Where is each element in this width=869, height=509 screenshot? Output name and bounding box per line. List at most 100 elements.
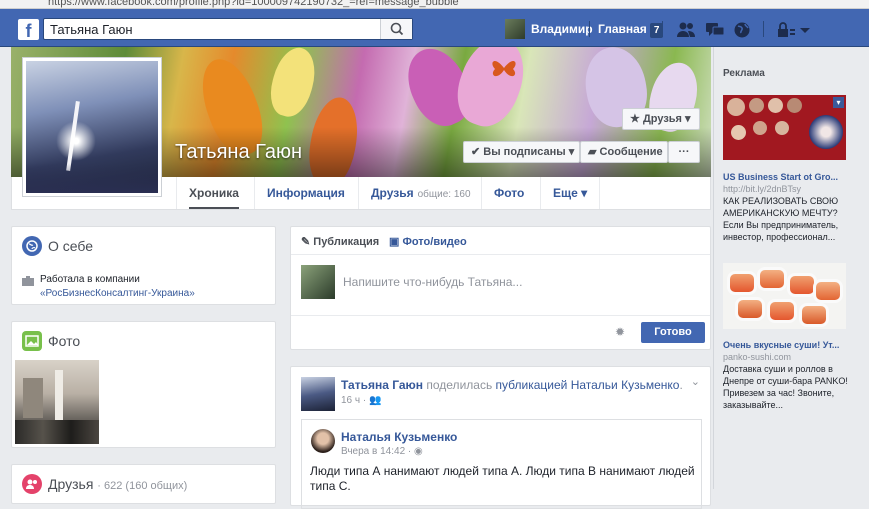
ad-sushi-url[interactable]: panko-sushi.com [723, 351, 853, 363]
avatar[interactable] [301, 377, 335, 411]
tab-friends-label: Друзья [371, 186, 414, 200]
friends-card-title[interactable]: Друзья [48, 476, 93, 492]
avatar[interactable] [311, 429, 335, 453]
cover-flower [264, 47, 322, 121]
ads-header: Реклама [723, 68, 765, 79]
ad-face [753, 121, 767, 135]
ad-business-title[interactable]: US Business Start ot Gro... [723, 171, 853, 183]
friends-card-count: · 622 (160 общих) [97, 480, 188, 492]
post-object-link[interactable]: публикацией Натальи Кузьменко [496, 378, 680, 392]
profile-glow [56, 121, 96, 161]
composer-tab-post[interactable]: ✎ Публикация [301, 235, 379, 248]
photo-building-door [23, 378, 43, 418]
camera-icon: ▣ [389, 236, 400, 248]
more-button[interactable]: ··· [668, 141, 700, 163]
tab-friends[interactable]: Друзья общие: 160 [358, 177, 483, 209]
sushi-roll [735, 297, 765, 321]
ad-business-text: КАК РЕАЛИЗОВАТЬ СВОЮ АМЕРИКАНСКУЮ МЕЧТУ?… [723, 196, 839, 242]
friends-icon [22, 474, 42, 494]
ad-image-sushi[interactable] [723, 263, 846, 329]
photo-people [15, 420, 99, 444]
shared-meta: Вчера в 14:42 · ◉ [341, 446, 423, 457]
subscribed-button[interactable]: ✔ Вы подписаны ▾ [463, 141, 580, 163]
photos-title[interactable]: Фото [48, 333, 80, 349]
ad-face [727, 98, 745, 116]
tab-photos[interactable]: Фото [481, 177, 536, 209]
about-work: Работала в компании «РосБизнесКонсалтинг… [40, 273, 195, 301]
globe-icon: ◉ [414, 446, 423, 457]
ad-image-business[interactable]: ▾ [723, 95, 846, 160]
post-action: поделилась [426, 378, 493, 392]
sushi-roll [799, 303, 829, 327]
profile-picture[interactable] [22, 57, 162, 197]
search-button[interactable] [380, 19, 412, 39]
done-button[interactable]: Готово [641, 322, 705, 343]
about-work-prefix: Работала в компании [40, 274, 140, 285]
chevron-down-icon: ▾ [685, 113, 691, 125]
chevron-down-icon[interactable] [798, 21, 818, 39]
post-time-link[interactable]: 16 ч [341, 395, 360, 406]
nav-user-link[interactable]: Владимир [505, 19, 593, 39]
nav-user-name: Владимир [531, 22, 593, 36]
composer-card: ✎ Публикация ▣ Фото/видео Напишите что-н… [290, 226, 711, 350]
friends-icon[interactable] [676, 21, 696, 39]
ad-face [731, 125, 746, 140]
search-box[interactable] [43, 18, 413, 40]
ad-business-url[interactable]: http://bit.ly/2dnBTsy [723, 183, 853, 195]
composer-tab-post-label: Публикация [313, 236, 380, 248]
tab-timeline-label: Хроника [189, 186, 239, 200]
lock-icon[interactable] [776, 21, 796, 39]
composer-input[interactable]: Напишите что-нибудь Татьяна... [343, 275, 522, 289]
about-card: О себе Работала в компании «РосБизнесКон… [11, 226, 276, 305]
globe-icon[interactable] [733, 21, 753, 39]
sushi-roll [767, 299, 797, 323]
post-author-link[interactable]: Татьяна Гаюн [341, 378, 423, 392]
globe-icon [22, 236, 42, 256]
browser-address-bar[interactable]: https://www.facebook.com/profile.php?id=… [0, 0, 869, 9]
message-button[interactable]: ▰ Сообщение [580, 141, 668, 163]
ads-column: Реклама ▾ US Business Start ot Gro... ht… [713, 47, 859, 489]
facebook-logo[interactable]: f [18, 19, 39, 41]
cover-flower [303, 93, 364, 177]
chevron-down-icon[interactable]: ⌄ [691, 375, 700, 388]
tab-about[interactable]: Информация [254, 177, 357, 209]
photos-card: Фото [11, 321, 276, 448]
audience-icon: 👥 [369, 395, 382, 406]
url-text[interactable]: https://www.facebook.com/profile.php?id=… [48, 0, 459, 8]
composer-tab-photo-label: Фото/видео [402, 236, 467, 248]
settings-icon[interactable]: ✹ [615, 325, 625, 339]
ad-sushi-text: Доставка суши и роллов в Днепре от суши-… [723, 364, 848, 410]
pencil-icon: ✎ [301, 236, 311, 248]
butterfly-icon [492, 61, 516, 77]
friends-button-label: Друзья [642, 113, 682, 125]
profile-ground [26, 163, 158, 193]
nav-divider [589, 21, 590, 37]
tab-timeline[interactable]: Хроника [176, 177, 251, 209]
chevron-down-icon: ▾ [581, 186, 588, 200]
ad-business: US Business Start ot Gro... http://bit.l… [723, 171, 853, 243]
shared-author-link[interactable]: Наталья Кузьменко [341, 430, 457, 444]
friends-card-title-row: Друзья · 622 (160 общих) [48, 476, 187, 492]
post-meta: 16 ч · 👥 [341, 395, 382, 406]
about-work-company-link[interactable]: «РосБизнесКонсалтинг-Украина» [40, 287, 195, 301]
shared-time-link[interactable]: Вчера в 14:42 [341, 446, 405, 457]
chevron-down-icon[interactable]: ▾ [833, 97, 844, 108]
briefcase-icon [22, 276, 34, 286]
search-input[interactable] [44, 19, 384, 39]
profile-name: Татьяна Гаюн [175, 141, 303, 163]
top-navigation-bar: f Владимир Главная7 [0, 9, 869, 47]
ad-sushi-title[interactable]: Очень вкусные суши! Ут... [723, 339, 853, 351]
composer-tab-photo[interactable]: ▣ Фото/видео [389, 235, 467, 248]
ad-sushi: Очень вкусные суши! Ут... panko-sushi.co… [723, 339, 853, 411]
message-icon: ▰ [588, 146, 597, 158]
photo-thumbnail[interactable] [15, 360, 99, 444]
shared-post: Наталья Кузьменко Вчера в 14:42 · ◉ Люди… [301, 419, 702, 509]
nav-home-link[interactable]: Главная 7 [598, 19, 664, 39]
messages-icon[interactable] [705, 21, 725, 39]
friends-button[interactable]: ★ Друзья ▾ [622, 108, 700, 130]
tab-more-label: Еще [553, 186, 578, 200]
sushi-roll [813, 279, 843, 303]
sushi-roll [757, 267, 787, 291]
nav-divider [763, 21, 764, 37]
tab-more[interactable]: Еще ▾ [540, 177, 601, 209]
